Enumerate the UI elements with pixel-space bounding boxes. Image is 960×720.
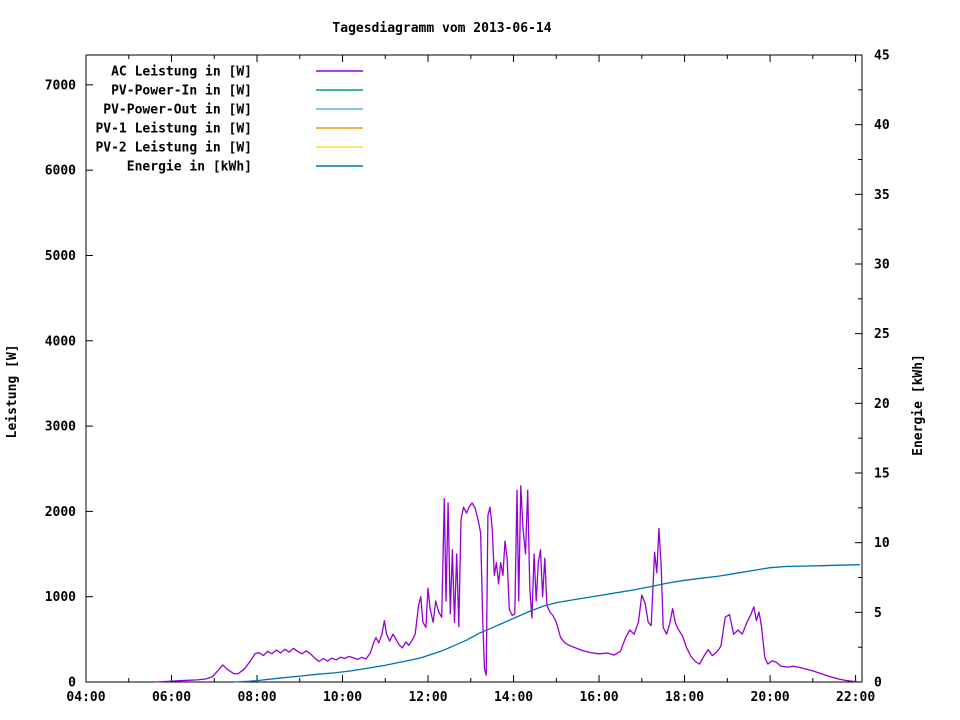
x-tick-label: 16:00 (579, 690, 618, 705)
legend-label: PV-Power-Out in [W] (103, 103, 252, 118)
chart-title: Tagesdiagramm vom 2013-06-14 (332, 21, 551, 36)
legend-label: PV-2 Leistung in [W] (95, 141, 252, 156)
y-left-tick-label: 3000 (45, 420, 76, 435)
x-tick-label: 18:00 (665, 690, 704, 705)
y-right-tick-label: 5 (874, 606, 882, 621)
tagesdiagramm-chart: Tagesdiagramm vom 2013-06-14 04:00 06:00 08… (5, 21, 926, 705)
y-right-tick-label: 30 (874, 258, 890, 273)
x-tick-label: 22:00 (836, 690, 875, 705)
series-ac-leistung (154, 485, 858, 683)
y-axis-left: 0 1000 2000 3000 4000 5000 6000 7000 Leistung [W… (5, 78, 93, 691)
legend-item: PV-Power-Out in [W] (103, 103, 363, 118)
y-right-tick-label: 15 (874, 467, 890, 482)
legend-label: Energie in [kWh] (127, 160, 252, 175)
x-tick-label: 06:00 (152, 690, 191, 705)
legend-item: Energie in [kWh] (127, 160, 363, 175)
y-left-tick-label: 0 (68, 676, 76, 691)
y-left-tick-label: 6000 (45, 164, 76, 179)
y-right-axis-title: Energie [kWh] (911, 354, 926, 456)
y-right-tick-label: 20 (874, 397, 890, 412)
y-axis-right: 0 5 10 15 20 25 30 35 40 45 Energie [kWh] (855, 49, 926, 691)
x-tick-label: 12:00 (408, 690, 447, 705)
y-right-tick-label: 40 (874, 118, 890, 133)
series-energie (233, 564, 860, 683)
y-right-tick-label: 0 (874, 676, 882, 691)
y-left-tick-label: 7000 (45, 78, 76, 93)
y-left-tick-label: 1000 (45, 590, 76, 605)
y-right-tick-label: 45 (874, 49, 890, 64)
chart-canvas: Tagesdiagramm vom 2013-06-14 04:00 06:00 08… (0, 0, 960, 720)
legend-label: AC Leistung in [W] (111, 65, 252, 80)
x-tick-label: 08:00 (237, 690, 276, 705)
y-left-tick-label: 5000 (45, 249, 76, 264)
y-right-tick-label: 25 (874, 327, 890, 342)
x-tick-label: 10:00 (323, 690, 362, 705)
y-right-tick-label: 35 (874, 188, 890, 203)
y-left-tick-label: 2000 (45, 505, 76, 520)
legend-item: PV-2 Leistung in [W] (95, 141, 363, 156)
x-tick-label: 04:00 (66, 690, 105, 705)
legend-label: PV-1 Leistung in [W] (95, 122, 252, 137)
y-left-tick-label: 4000 (45, 334, 76, 349)
legend-item: AC Leistung in [W] (111, 65, 363, 80)
y-left-axis-title: Leistung [W] (5, 344, 20, 438)
x-tick-label: 14:00 (494, 690, 533, 705)
y-right-tick-label: 10 (874, 536, 890, 551)
x-tick-label: 20:00 (751, 690, 790, 705)
legend-item: PV-1 Leistung in [W] (95, 122, 363, 137)
legend-label: PV-Power-In in [W] (111, 84, 252, 99)
legend: AC Leistung in [W] PV-Power-In in [W] PV-P… (95, 65, 363, 175)
legend-item: PV-Power-In in [W] (111, 84, 363, 99)
